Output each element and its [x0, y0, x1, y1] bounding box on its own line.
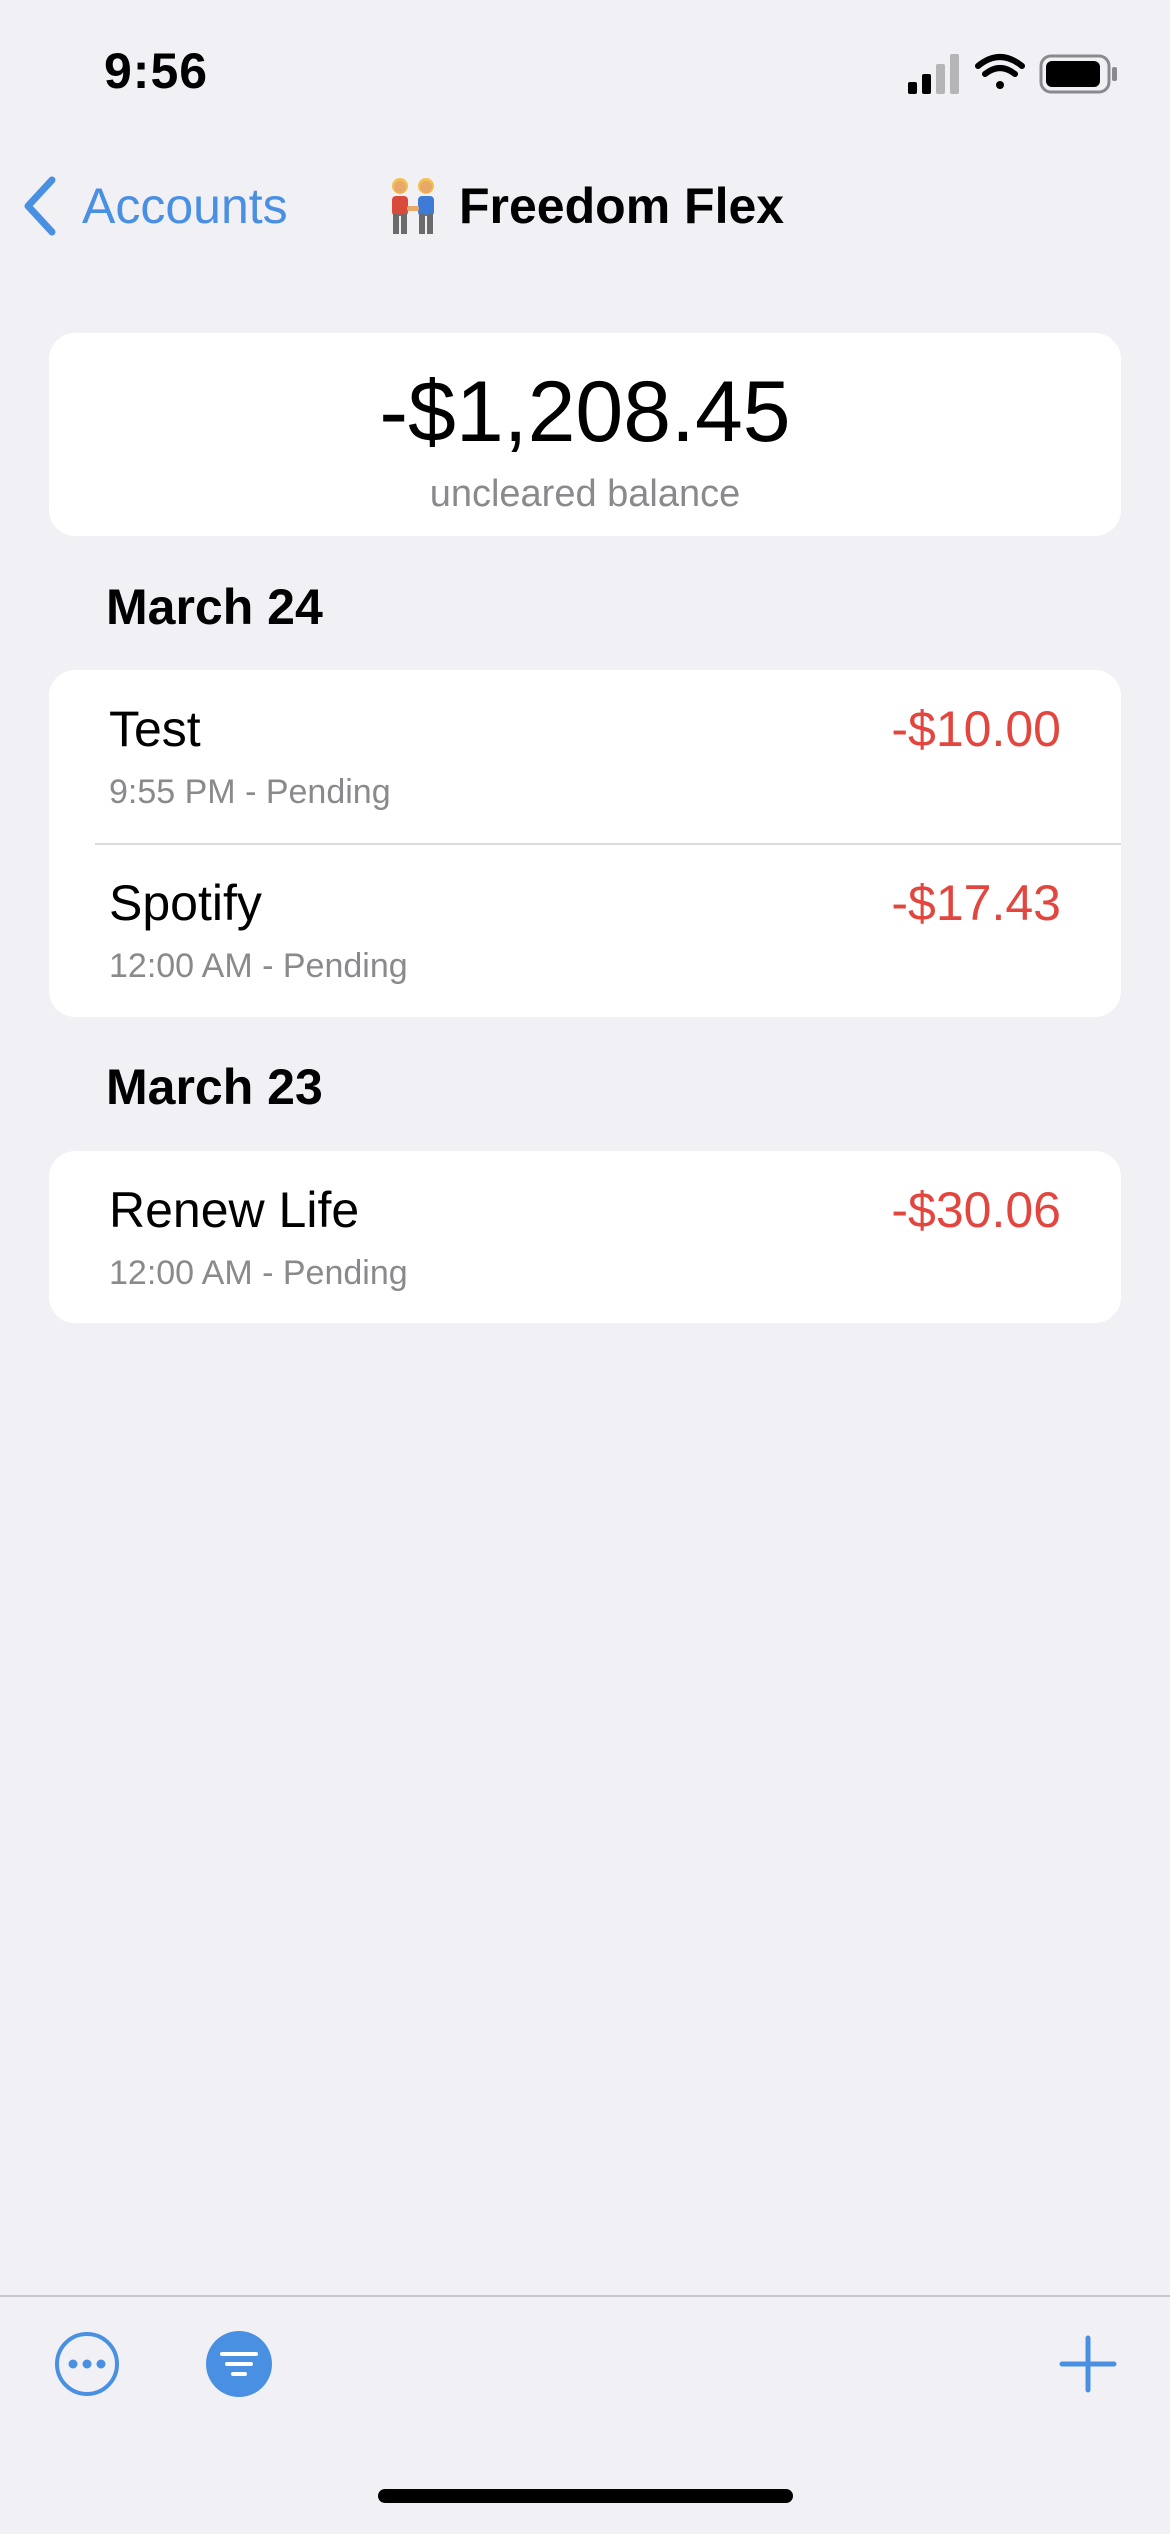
transaction-name: Renew Life: [109, 1182, 360, 1238]
home-indicator: [378, 2489, 793, 2503]
battery-icon: [1039, 54, 1117, 94]
transaction-subtitle: 9:55 PM - Pending: [109, 773, 391, 811]
transaction-amount: -$10.00: [891, 701, 1061, 757]
signal-icon: [908, 54, 959, 94]
transaction-amount: -$30.06: [891, 1182, 1061, 1238]
transaction-amount: -$17.43: [891, 875, 1061, 931]
nav-title-text: Freedom Flex: [459, 178, 785, 234]
transaction-name: Test: [109, 701, 201, 757]
status-time: 9:56: [104, 43, 209, 99]
transaction-group: Renew Life 12:00 AM - Pending -$30.06: [49, 1151, 1121, 1323]
wifi-icon: [975, 54, 1025, 89]
transaction-name: Spotify: [109, 875, 262, 931]
filter-button[interactable]: [205, 2330, 273, 2398]
status-icons: [900, 52, 1120, 96]
more-button[interactable]: [53, 2330, 121, 2398]
transaction-group: Test 9:55 PM - Pending -$10.00 Spotify 1…: [49, 670, 1121, 1017]
transaction-row[interactable]: Spotify 12:00 AM - Pending -$17.43: [49, 844, 1121, 1017]
transaction-row[interactable]: Test 9:55 PM - Pending -$10.00: [49, 670, 1121, 845]
filter-icon: [206, 2331, 272, 2397]
transaction-subtitle: 12:00 AM - Pending: [109, 1254, 408, 1292]
add-button[interactable]: [1054, 2330, 1122, 2398]
back-button-label: Accounts: [82, 178, 288, 234]
more-icon: [55, 2332, 119, 2396]
chevron-left-icon: [24, 176, 56, 236]
section-header: March 24: [106, 579, 323, 635]
plus-icon: [1059, 2335, 1117, 2393]
transaction-subtitle: 12:00 AM - Pending: [109, 947, 408, 985]
balance-amount: -$1,208.45: [379, 364, 791, 460]
back-button[interactable]: Accounts: [22, 170, 288, 242]
nav-title: Freedom Flex: [385, 170, 784, 242]
balance-card: -$1,208.45 uncleared balance: [49, 333, 1121, 536]
two-people-holding-hands-icon: [385, 174, 441, 238]
section-header: March 23: [106, 1059, 323, 1115]
balance-label: uncleared balance: [429, 473, 741, 515]
transaction-row[interactable]: Renew Life 12:00 AM - Pending -$30.06: [49, 1151, 1121, 1324]
